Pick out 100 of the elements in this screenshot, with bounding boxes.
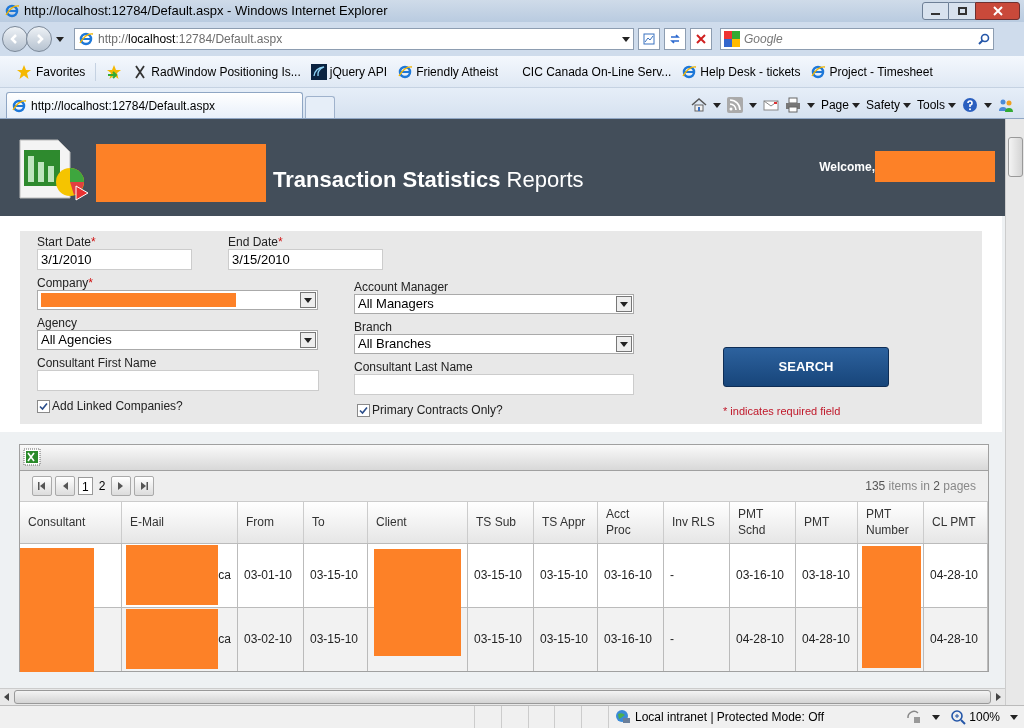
refresh-icon[interactable] [664,28,686,50]
horizontal-scrollbar[interactable] [0,688,1005,705]
table-cell-text: ca [218,631,231,648]
page-subtitle: Reports [506,167,584,192]
vertical-scrollbar[interactable] [1005,119,1024,705]
table-cell-text: 04-28-10 [930,631,979,648]
column-header[interactable]: To [304,501,368,543]
ie-icon [11,97,27,114]
column-header[interactable]: Client [368,501,468,543]
checkbox-row[interactable]: Primary Contracts Only? [357,401,686,419]
table-cell-text: 03-15-10 [540,631,589,648]
search-field[interactable]: Google [720,28,994,50]
help-icon[interactable] [962,97,978,113]
input-field[interactable] [37,370,319,391]
mail-icon[interactable] [762,97,779,113]
field-label: Consultant Last Name [354,359,473,374]
caret-icon [712,101,721,109]
address-dropdown-icon [622,35,630,43]
zoom-icon [950,709,967,725]
dropdown[interactable]: All Branches [354,334,634,354]
forward-button[interactable] [26,26,52,52]
intranet-globe-icon [615,709,631,725]
column-header[interactable]: E-Mail [122,501,238,543]
ie-icon [810,63,827,80]
address-field[interactable]: http://localhost:12784/Default.aspx [74,28,634,50]
page-title: Transaction Statistics [273,167,501,192]
checkbox-row[interactable]: Add Linked Companies? [37,397,354,415]
dropdown-arrow-icon[interactable] [304,296,312,304]
history-caret-icon [56,35,64,43]
field-label: Company [37,275,89,290]
input-field[interactable]: 3/15/2010 [228,249,383,270]
table-cell-text: ca [218,567,231,584]
next-page-button[interactable] [111,475,132,496]
zone-text: Local intranet | Protected Mode: Off [635,709,824,726]
table-cell-text: 03-15-10 [310,631,359,648]
caret-icon [932,713,941,721]
column-header[interactable]: From [238,501,304,543]
dropdown-arrow-icon[interactable] [304,336,312,344]
minimize-button[interactable] [922,2,949,20]
favorite-link[interactable]: Help Desk - tickets [681,62,801,81]
favorite-link[interactable]: Friendly Atheist [397,62,499,81]
dropdown[interactable]: All Managers [354,294,634,314]
table-cell-text: 03-16-10 [736,567,785,584]
input-field[interactable]: 3/1/2010 [37,249,192,270]
column-header[interactable]: CL PMT [924,501,988,543]
dropdown[interactable]: All Agencies [37,330,318,350]
column-header[interactable]: Inv RLS [664,501,730,543]
zoom-button[interactable]: 100% [950,708,1000,726]
favorites-button[interactable]: Favorites [16,62,97,81]
column-header[interactable]: TS Appr [534,501,598,543]
page-number[interactable]: 1 [78,476,93,495]
last-page-button[interactable] [134,475,155,496]
add-favorite-icon[interactable] [106,63,123,80]
favorite-link[interactable]: Project - Timesheet [810,62,933,81]
column-header[interactable]: PMT Schd [730,501,796,543]
security-icon[interactable] [906,709,923,725]
favorite-link[interactable]: jQuery API [310,62,388,81]
column-header[interactable]: TS Sub [468,501,534,543]
first-page-button[interactable] [32,475,52,496]
required-note: * indicates required field [723,404,842,419]
command-menu[interactable]: Safety [865,96,911,114]
maximize-icon [957,7,967,15]
checkbox[interactable] [357,403,370,417]
search-icon[interactable] [978,33,990,45]
previous-page-button[interactable] [55,475,75,496]
column-header[interactable]: Acct Proc [598,501,664,543]
table-cell-text: 03-15-10 [540,567,589,584]
back-button[interactable] [2,26,28,52]
redaction-block [862,545,921,608]
last-page-icon [140,481,149,490]
maximize-button[interactable] [949,2,975,20]
column-header[interactable]: PMT [796,501,858,543]
required-mark: * [88,275,94,290]
browser-tab[interactable]: http://localhost:12784/Default.aspx [6,92,303,118]
close-button[interactable] [975,2,1020,20]
people-icon[interactable] [998,97,1014,113]
table-cell-text: 04-28-10 [736,631,785,648]
caret-icon [806,101,815,109]
search-button[interactable]: SEARCH [723,347,889,387]
print-icon[interactable] [784,97,801,113]
table-cell-text: 03-15-10 [474,567,523,584]
field-label: Agency [37,315,78,330]
compatibility-view-icon[interactable] [638,28,660,50]
checkbox[interactable] [37,399,50,413]
input-field[interactable] [354,374,634,395]
command-menu[interactable]: Page [820,96,860,114]
favorite-link[interactable]: CIC Canada On-Line Serv... [522,62,672,81]
dropdown-arrow-icon[interactable] [620,340,628,348]
caret-icon [984,101,992,109]
home-icon[interactable] [690,97,707,113]
favorite-link[interactable]: RadWindow Positioning Is... [132,62,301,81]
stop-icon[interactable] [690,28,712,50]
excel-export-icon[interactable] [23,448,41,466]
column-header[interactable]: PMT Number [858,501,924,543]
column-header[interactable]: Consultant [20,501,122,543]
field-label: Account Manager [354,279,449,294]
page-number[interactable]: 2 [95,476,109,495]
table-cell-text: 04-28-10 [802,631,851,648]
dropdown-arrow-icon[interactable] [620,300,628,308]
command-menu[interactable]: Tools [917,96,956,114]
